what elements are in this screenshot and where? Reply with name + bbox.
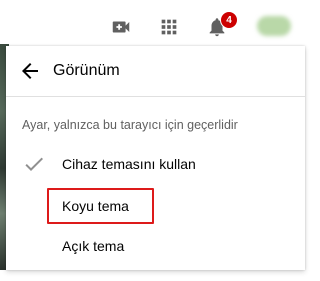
avatar[interactable] <box>257 16 291 36</box>
appearance-menu: Görünüm Ayar, yalnızca bu tarayıcı için … <box>6 46 305 270</box>
back-arrow-icon[interactable] <box>18 59 42 83</box>
notification-count-badge: 4 <box>220 11 238 29</box>
highlight-annotation-box <box>47 188 154 224</box>
apps-grid-icon[interactable] <box>158 16 180 38</box>
option-label: Cihaz temasını kullan <box>62 156 196 172</box>
check-icon <box>25 157 43 171</box>
screenshot-root: 4 Görünüm Ayar, yalnızca bu tarayıcı içi… <box>0 0 309 281</box>
option-light-theme[interactable]: Açık tema <box>6 226 305 266</box>
option-label: Açık tema <box>62 238 125 254</box>
menu-title: Görünüm <box>53 62 120 79</box>
menu-header: Görünüm <box>6 46 305 97</box>
menu-description: Ayar, yalnızca bu tarayıcı için geçerlid… <box>22 118 238 132</box>
option-use-device-theme[interactable]: Cihaz temasını kullan <box>6 144 305 184</box>
video-camera-plus-icon[interactable] <box>110 16 132 38</box>
